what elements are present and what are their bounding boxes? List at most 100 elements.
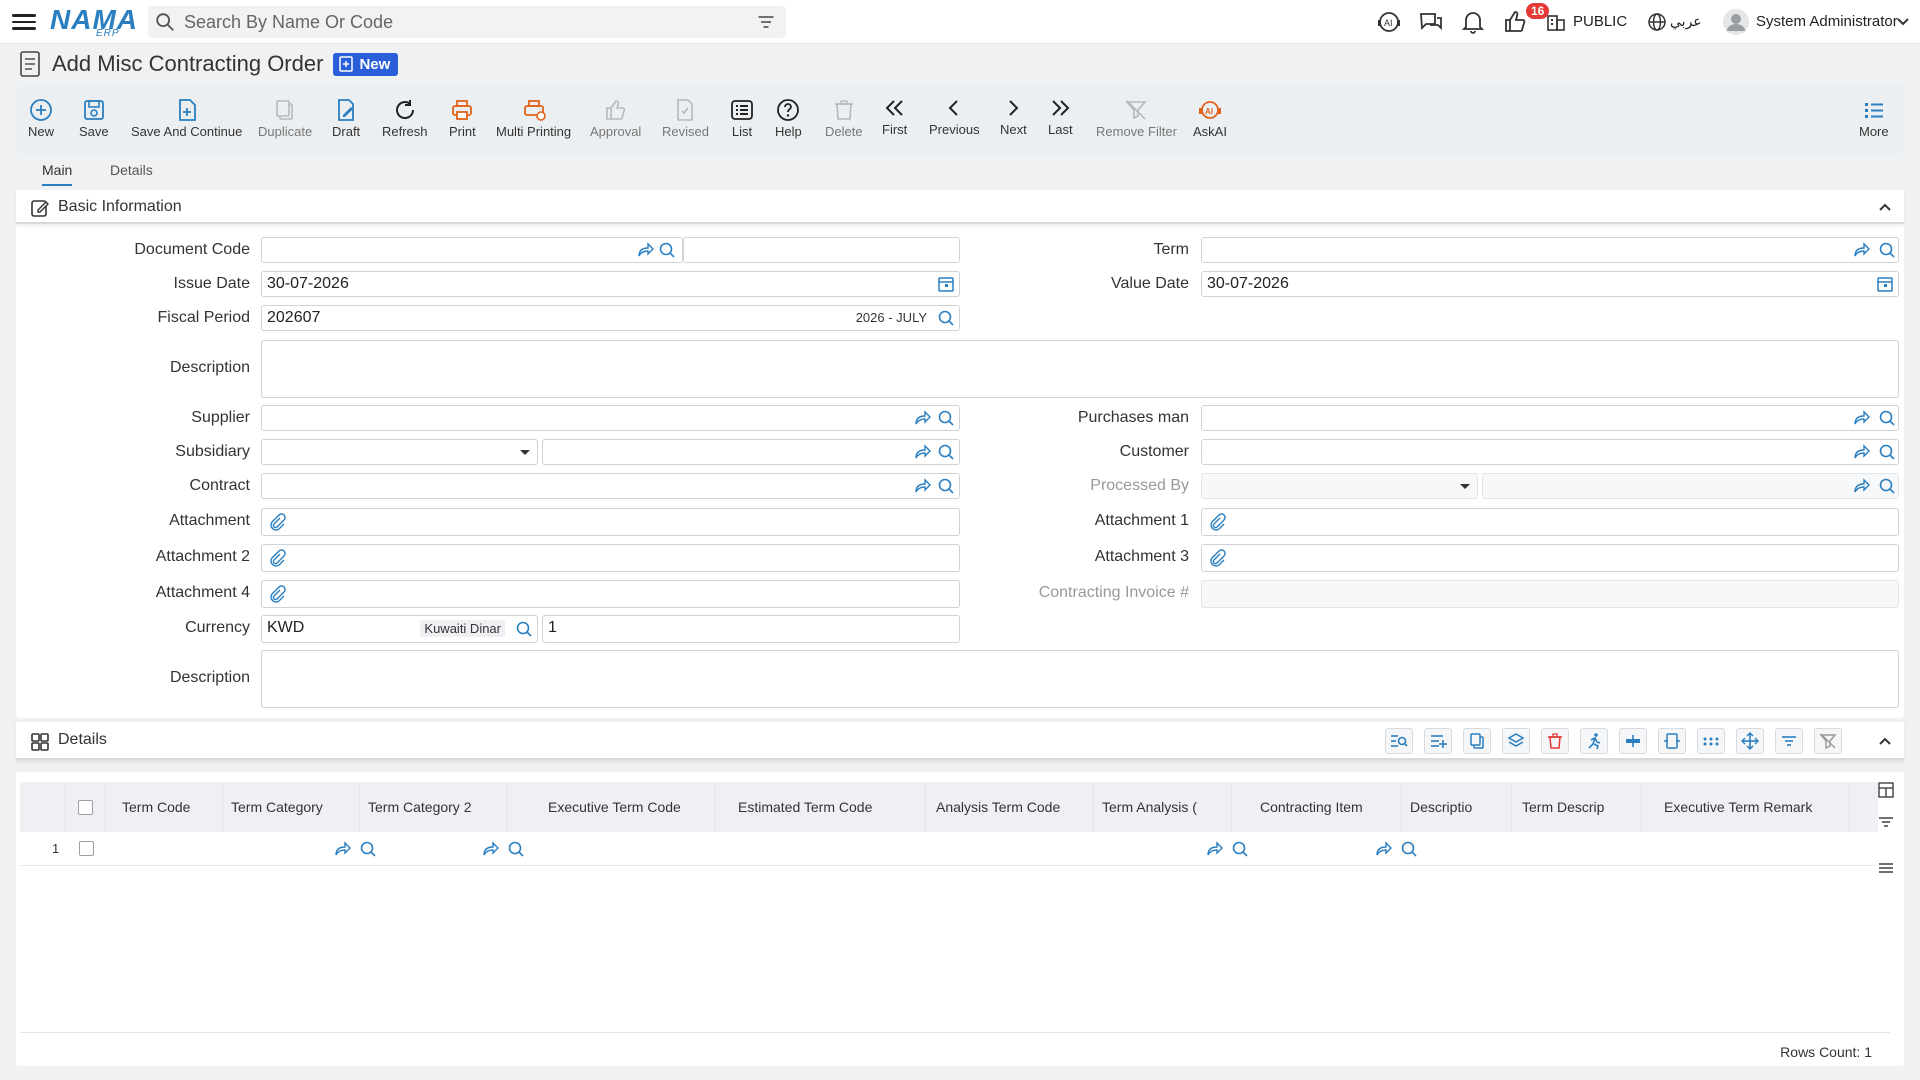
column-width-button[interactable] bbox=[1658, 728, 1686, 754]
column-chooser-icon[interactable] bbox=[1878, 782, 1894, 798]
share-arrow-icon[interactable] bbox=[913, 409, 931, 427]
supplier-input[interactable] bbox=[261, 405, 960, 431]
filter-icon[interactable] bbox=[756, 12, 776, 32]
document-code-input[interactable] bbox=[261, 237, 683, 263]
col-executive-term-remark[interactable]: Executive Term Remark bbox=[1642, 782, 1850, 832]
grid-menu-icon[interactable] bbox=[1878, 860, 1894, 876]
document-code-name-input[interactable] bbox=[683, 237, 960, 263]
lookup-search-icon[interactable] bbox=[1400, 840, 1418, 858]
contract-input[interactable] bbox=[261, 473, 960, 499]
save-and-continue-button[interactable]: Save And Continue bbox=[131, 96, 242, 139]
first-button[interactable]: First bbox=[882, 94, 907, 137]
description-textarea[interactable] bbox=[261, 340, 1899, 398]
app-logo[interactable]: NAMA ERP bbox=[50, 4, 137, 39]
options-button[interactable] bbox=[1697, 728, 1725, 754]
grid-filter-icon[interactable] bbox=[1878, 814, 1894, 830]
lookup-search-icon[interactable] bbox=[1878, 443, 1896, 461]
duplicate-button[interactable]: Duplicate bbox=[258, 96, 312, 139]
description-2-textarea[interactable] bbox=[261, 650, 1899, 708]
lookup-search-icon[interactable] bbox=[515, 620, 533, 638]
processed-by-select[interactable] bbox=[1201, 473, 1478, 499]
draft-button[interactable]: Draft bbox=[332, 96, 360, 139]
branch-selector[interactable]: PUBLIC bbox=[1573, 13, 1627, 30]
share-arrow-icon[interactable] bbox=[636, 241, 654, 259]
share-arrow-icon[interactable] bbox=[1852, 477, 1870, 495]
clear-filter-button[interactable] bbox=[1814, 728, 1842, 754]
collapse-icon[interactable] bbox=[1878, 736, 1892, 746]
attachment-4-input[interactable] bbox=[261, 580, 960, 608]
col-term-category[interactable]: Term Category bbox=[223, 782, 360, 832]
share-arrow-icon[interactable] bbox=[1852, 409, 1870, 427]
lookup-search-icon[interactable] bbox=[937, 309, 955, 327]
search-bar[interactable]: Search By Name Or Code bbox=[148, 6, 786, 38]
fiscal-period-input[interactable]: 202607 2026 - JULY bbox=[261, 305, 960, 331]
refresh-button[interactable]: Refresh bbox=[382, 96, 428, 139]
add-rows-button[interactable] bbox=[1424, 728, 1452, 754]
paperclip-icon[interactable] bbox=[1208, 549, 1226, 567]
lookup-search-icon[interactable] bbox=[1878, 409, 1896, 427]
tab-details[interactable]: Details bbox=[110, 162, 153, 178]
more-button[interactable]: More bbox=[1859, 96, 1889, 139]
print-button[interactable]: Print bbox=[449, 96, 476, 139]
copy-rows-button[interactable] bbox=[1463, 728, 1491, 754]
attachment-input[interactable] bbox=[261, 508, 960, 536]
previous-button[interactable]: Previous bbox=[929, 94, 980, 137]
delete-button[interactable]: Delete bbox=[825, 96, 863, 139]
paperclip-icon[interactable] bbox=[1208, 513, 1226, 531]
run-button[interactable] bbox=[1580, 728, 1608, 754]
calendar-icon[interactable] bbox=[937, 275, 955, 293]
col-description[interactable]: Descriptio bbox=[1402, 782, 1512, 832]
insert-row-button[interactable] bbox=[1619, 728, 1647, 754]
chat-icon[interactable] bbox=[1418, 9, 1444, 35]
delete-rows-button[interactable] bbox=[1541, 728, 1569, 754]
col-analysis-term-code[interactable]: Analysis Term Code bbox=[926, 782, 1094, 832]
askai-button[interactable]: AI AskAI bbox=[1193, 96, 1227, 139]
lookup-search-icon[interactable] bbox=[937, 477, 955, 495]
multi-printing-button[interactable]: Multi Printing bbox=[496, 96, 571, 139]
details-section-header[interactable]: Details bbox=[16, 722, 1904, 760]
paperclip-icon[interactable] bbox=[268, 549, 286, 567]
user-name[interactable]: System Administrator bbox=[1756, 13, 1898, 30]
lookup-search-icon[interactable] bbox=[1878, 477, 1896, 495]
subsidiary-input[interactable] bbox=[542, 439, 960, 465]
lookup-search-icon[interactable] bbox=[658, 241, 676, 259]
contracting-invoice-input[interactable] bbox=[1201, 580, 1899, 608]
menu-icon[interactable] bbox=[12, 10, 36, 34]
filter-button[interactable] bbox=[1775, 728, 1803, 754]
last-button[interactable]: Last bbox=[1048, 94, 1073, 137]
thumbs-up-icon[interactable] bbox=[1502, 9, 1528, 35]
share-arrow-icon[interactable] bbox=[481, 840, 499, 858]
col-executive-term-code[interactable]: Executive Term Code bbox=[508, 782, 716, 832]
customer-input[interactable] bbox=[1201, 439, 1899, 465]
subsidiary-select[interactable] bbox=[261, 439, 538, 465]
share-arrow-icon[interactable] bbox=[333, 840, 351, 858]
remove-filter-button[interactable]: Remove Filter bbox=[1096, 96, 1177, 139]
revised-button[interactable]: Revised bbox=[662, 96, 709, 139]
lookup-search-icon[interactable] bbox=[1878, 241, 1896, 259]
share-arrow-icon[interactable] bbox=[913, 477, 931, 495]
select-all-checkbox[interactable] bbox=[78, 799, 93, 815]
col-term-analysis[interactable]: Term Analysis ( bbox=[1094, 782, 1232, 832]
lookup-search-icon[interactable] bbox=[507, 840, 525, 858]
globe-icon[interactable] bbox=[1647, 12, 1667, 32]
currency-input[interactable]: KWD Kuwaiti Dinar bbox=[261, 615, 538, 643]
processed-by-input[interactable] bbox=[1482, 473, 1899, 499]
lookup-search-icon[interactable] bbox=[359, 840, 377, 858]
avatar[interactable] bbox=[1722, 8, 1750, 36]
paperclip-icon[interactable] bbox=[268, 513, 286, 531]
purchases-man-input[interactable] bbox=[1201, 405, 1899, 431]
ai-assistant-icon[interactable]: AI bbox=[1376, 9, 1402, 35]
move-button[interactable] bbox=[1736, 728, 1764, 754]
help-button[interactable]: Help bbox=[775, 96, 802, 139]
list-button[interactable]: List bbox=[730, 96, 754, 139]
row-checkbox[interactable] bbox=[79, 841, 94, 856]
bell-icon[interactable] bbox=[1460, 9, 1486, 35]
term-input[interactable] bbox=[1201, 237, 1899, 263]
approval-button[interactable]: Approval bbox=[590, 96, 641, 139]
tab-main[interactable]: Main bbox=[42, 162, 73, 186]
share-arrow-icon[interactable] bbox=[1205, 840, 1223, 858]
calendar-icon[interactable] bbox=[1876, 275, 1894, 293]
new-button[interactable]: New bbox=[28, 96, 54, 139]
basic-information-header[interactable]: Basic Information bbox=[16, 190, 1904, 224]
share-arrow-icon[interactable] bbox=[1852, 241, 1870, 259]
